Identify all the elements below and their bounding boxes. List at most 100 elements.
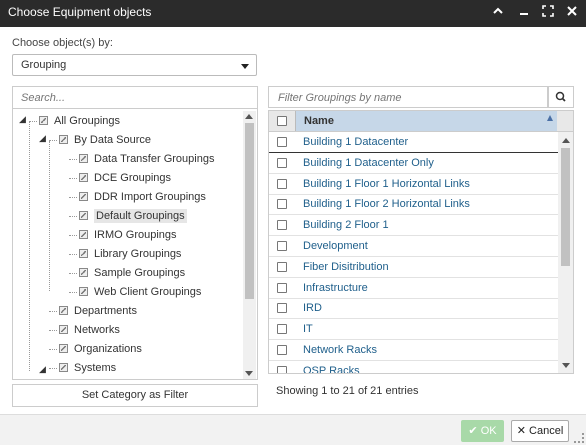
grouping-name-link[interactable]: Fiber Disitribution [303, 261, 389, 273]
grouping-name-link[interactable]: Building 1 Floor 1 Horizontal Links [303, 178, 470, 190]
table-row[interactable]: Building 1 Datacenter [269, 132, 558, 153]
grouping-icon [79, 230, 88, 239]
scroll-down-icon[interactable] [562, 363, 570, 368]
grouping-select[interactable]: Grouping [12, 54, 257, 76]
row-checkbox[interactable] [277, 282, 287, 293]
row-checkbox[interactable] [277, 324, 287, 335]
title-bar: Choose Equipment objects [0, 0, 586, 27]
grouping-name-link[interactable]: Network Racks [303, 344, 377, 356]
table-row[interactable]: OSP Racks [269, 361, 558, 373]
tree-node-label: IRMO Groupings [94, 229, 177, 241]
row-checkbox[interactable] [277, 199, 287, 210]
grouping-name-link[interactable]: Infrastructure [303, 282, 368, 294]
cancel-label: Cancel [529, 425, 564, 437]
tree-node[interactable]: Departments [59, 303, 137, 320]
tree-scrollbar[interactable] [243, 111, 256, 379]
grouping-icon [39, 116, 48, 125]
grouping-name-link[interactable]: Development [303, 240, 368, 252]
tree-search-input[interactable] [19, 88, 243, 108]
row-checkbox[interactable] [277, 345, 287, 355]
table-scrollbar[interactable] [558, 132, 573, 373]
row-checkbox[interactable] [277, 157, 287, 168]
ok-button[interactable]: ✔ OK [461, 420, 504, 442]
table-row[interactable]: IT [269, 319, 558, 341]
scroll-up-icon[interactable] [245, 114, 253, 119]
grouping-name-link[interactable]: IRD [303, 302, 322, 314]
grouping-name-link[interactable]: IT [303, 323, 313, 335]
grouping-icon [79, 249, 88, 258]
row-checkbox[interactable] [277, 137, 287, 147]
set-category-button[interactable]: Set Category as Filter [12, 384, 258, 407]
search-icon [555, 91, 566, 102]
tree-node-label: DCE Groupings [94, 172, 172, 184]
tree-node[interactable]: All Groupings [39, 113, 120, 130]
tree-node[interactable]: DDR Import Groupings [79, 189, 206, 206]
window-title: Choose Equipment objects [8, 5, 152, 19]
filter-input[interactable] [276, 88, 540, 108]
grouping-name-link[interactable]: Building 1 Datacenter [303, 136, 408, 148]
table-header: Name [269, 111, 573, 132]
tree-node[interactable]: Organizations [59, 341, 142, 358]
select-all-checkbox[interactable] [277, 116, 287, 126]
tree-node[interactable]: DCE Groupings [79, 170, 171, 187]
cancel-button[interactable]: ✕ Cancel [511, 420, 569, 442]
tree-node-label: By Data Source [74, 134, 152, 146]
table-row[interactable]: Building 2 Floor 1 [269, 215, 558, 237]
row-checkbox[interactable] [277, 241, 287, 251]
ok-label: OK [480, 425, 497, 437]
table-row[interactable]: Infrastructure [269, 278, 558, 299]
name-column-label: Name [304, 115, 334, 127]
row-checkbox[interactable] [277, 261, 287, 272]
row-checkbox[interactable] [277, 220, 287, 231]
row-checkbox[interactable] [277, 178, 287, 189]
resize-grip-icon[interactable] [574, 433, 584, 443]
row-checkbox[interactable] [277, 303, 287, 314]
grouping-name-link[interactable]: Building 2 Floor 1 [303, 219, 389, 231]
maximize-icon[interactable] [539, 3, 557, 23]
name-column-header[interactable]: Name [295, 111, 557, 131]
table-row[interactable]: Fiber Disitribution [269, 257, 558, 278]
expand-icon[interactable]: ◢ [39, 364, 46, 375]
tree-node-label: Web Client Groupings [94, 286, 202, 298]
table-row[interactable]: Building 1 Datacenter Only [269, 153, 558, 174]
minimize-icon[interactable] [515, 3, 533, 23]
entries-info: Showing 1 to 21 of 21 entries [276, 385, 419, 397]
tree-node[interactable]: Library Groupings [79, 246, 181, 263]
row-checkbox[interactable] [277, 365, 287, 373]
tree-node[interactable]: Systems [59, 360, 116, 377]
tree-node[interactable]: Data Transfer Groupings [79, 151, 214, 168]
grouping-icon [59, 325, 68, 334]
table-row[interactable]: Development [269, 236, 558, 257]
expand-icon[interactable]: ◢ [39, 133, 46, 144]
grouping-tree: ◢ ◢ ◢ All Groupings By Data Source Data Tr… [13, 111, 243, 379]
tree-node[interactable]: Sample Groupings [79, 265, 185, 282]
collapse-icon[interactable] [489, 3, 507, 23]
scroll-down-icon[interactable] [245, 371, 253, 376]
tree-node[interactable]: Default Groupings [79, 208, 187, 225]
sort-asc-icon [547, 115, 553, 121]
tree-node[interactable]: Web Client Groupings [79, 284, 201, 301]
table-row[interactable]: Building 1 Floor 2 Horizontal Links [269, 194, 558, 216]
tree-node-label: Sample Groupings [94, 267, 186, 279]
check-icon: ✔ [468, 425, 478, 437]
grouping-name-link[interactable]: OSP Racks [303, 365, 360, 373]
tree-node[interactable]: IRMO Groupings [79, 227, 177, 244]
tree-node-label: Networks [74, 324, 120, 336]
grouping-name-link[interactable]: Building 1 Datacenter Only [303, 157, 434, 169]
table-row[interactable]: Network Racks [269, 340, 558, 361]
table-row[interactable]: IRD [269, 298, 558, 320]
scroll-thumb[interactable] [245, 123, 254, 299]
expand-icon[interactable]: ◢ [19, 114, 26, 125]
tree-node[interactable]: By Data Source [59, 132, 151, 149]
grouping-icon [79, 268, 88, 277]
tree-node-label: Departments [74, 305, 137, 317]
table-row[interactable]: Building 1 Floor 1 Horizontal Links [269, 174, 558, 195]
filter-search-button[interactable] [548, 86, 574, 108]
grouping-icon [79, 192, 88, 201]
grouping-select-value: Grouping [21, 59, 67, 71]
tree-node[interactable]: Networks [59, 322, 120, 339]
scroll-thumb[interactable] [561, 148, 570, 266]
close-icon[interactable] [563, 3, 581, 23]
grouping-name-link[interactable]: Building 1 Floor 2 Horizontal Links [303, 198, 470, 210]
scroll-up-icon[interactable] [562, 138, 570, 143]
